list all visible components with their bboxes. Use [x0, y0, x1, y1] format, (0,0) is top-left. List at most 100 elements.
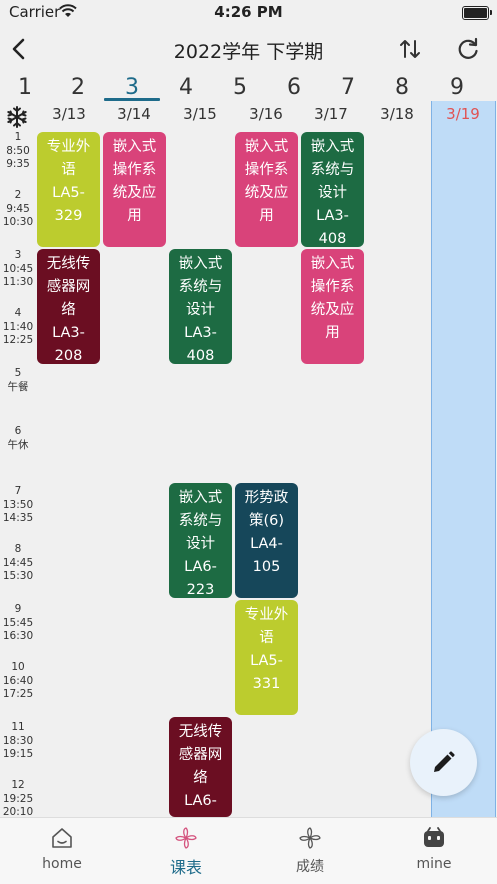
date-col-2: 3/14: [117, 105, 151, 123]
period-start: 8:50: [6, 144, 30, 157]
course-card[interactable]: 嵌入式系统与设计 LA3-408: [169, 249, 232, 364]
swap-vertical-icon[interactable]: [397, 36, 423, 62]
bottom-tab-bar: home 课表 成绩 mine: [0, 817, 497, 884]
course-name: 嵌入式系统与设计: [178, 256, 223, 318]
period-end: 14:35: [2, 512, 34, 524]
course-name: 嵌入式系统与设计: [310, 139, 355, 201]
period-start: 19:25: [2, 792, 34, 805]
course-card[interactable]: 专业外语 LA5-331: [235, 600, 298, 715]
period-end: 9:35: [6, 158, 30, 170]
period-label: 5 午餐: [0, 367, 36, 394]
course-name: 无线传感器网络: [46, 256, 91, 318]
course-room: LA4-105: [250, 536, 283, 575]
period-start: 16:40: [2, 674, 34, 687]
date-header: 3/13 3/14 3/15 3/16 3/17 3/18 3/19: [0, 101, 497, 129]
period-num: 7: [14, 485, 22, 497]
week-tab-2[interactable]: 2: [58, 75, 98, 100]
edit-fab-button[interactable]: [410, 729, 477, 796]
period-start: 11:40: [2, 320, 34, 333]
period-num: 4: [14, 307, 22, 319]
tab-mine-label: mine: [416, 856, 452, 872]
period-label: 2 9:45 10:30: [0, 189, 36, 230]
course-name: 嵌入式操作系统及应用: [244, 139, 289, 224]
home-icon: [52, 828, 72, 848]
period-start: 午餐: [7, 380, 29, 393]
period-end: 10:30: [2, 216, 34, 228]
period-start: 14:45: [2, 556, 34, 569]
course-card[interactable]: 嵌入式系统与设计 LA3-408: [301, 132, 364, 247]
period-end: 16:30: [2, 630, 34, 642]
period-start: 13:50: [2, 498, 34, 511]
period-end: 19:15: [2, 748, 34, 760]
week-tab-1[interactable]: 1: [5, 75, 45, 100]
period-end: 12:25: [2, 334, 34, 346]
course-name: 形势政策(6): [244, 490, 289, 529]
course-room: LA6-208: [184, 793, 217, 817]
period-label: 12 19:25 20:10: [0, 779, 36, 820]
tab-grades[interactable]: 成绩: [248, 818, 372, 884]
week-selector: 1 2 3 4 5 6 7 8 9: [0, 72, 497, 100]
date-col-4: 3/16: [249, 105, 283, 123]
tab-mine[interactable]: mine: [372, 818, 496, 884]
course-room: LA5-331: [250, 653, 283, 692]
tab-grades-label: 成绩: [296, 859, 324, 875]
week-tab-5[interactable]: 5: [220, 75, 260, 100]
tab-schedule[interactable]: 课表: [124, 818, 248, 884]
course-room: LA6-223: [184, 559, 217, 598]
period-num: 12: [11, 779, 25, 791]
period-label: 1 8:50 9:35: [0, 131, 36, 172]
period-num: 2: [14, 189, 22, 201]
course-name: 嵌入式操作系统及应用: [310, 256, 355, 341]
period-start: 午休: [7, 438, 29, 451]
refresh-icon[interactable]: [455, 36, 481, 62]
period-label: 4 11:40 12:25: [0, 307, 36, 348]
period-label: 11 18:30 19:15: [0, 721, 36, 762]
course-name: 专业外语: [46, 139, 91, 178]
period-start: 15:45: [2, 616, 34, 629]
date-col-1: 3/13: [52, 105, 86, 123]
course-card[interactable]: 嵌入式系统与设计 LA6-223: [169, 483, 232, 598]
pencil-icon: [434, 751, 455, 772]
period-label: 7 13:50 14:35: [0, 485, 36, 526]
course-name: 无线传感器网络: [178, 724, 223, 786]
tab-home[interactable]: home: [0, 818, 124, 884]
course-card[interactable]: 嵌入式操作系统及应用: [235, 132, 298, 247]
course-card[interactable]: 无线传感器网络 LA6-208: [169, 717, 232, 817]
course-name: 嵌入式系统与设计: [178, 490, 223, 552]
period-start: 10:45: [2, 262, 34, 275]
date-col-3: 3/15: [183, 105, 217, 123]
period-num: 1: [14, 131, 22, 143]
course-card[interactable]: 嵌入式操作系统及应用: [301, 249, 364, 364]
week-tab-9[interactable]: 9: [437, 75, 477, 100]
nav-bar: 2022学年 下学期: [0, 26, 497, 72]
week-tab-4[interactable]: 4: [166, 75, 206, 100]
week-tab-7[interactable]: 7: [328, 75, 368, 100]
course-name: 嵌入式操作系统及应用: [112, 139, 157, 224]
course-card[interactable]: 嵌入式操作系统及应用: [103, 132, 166, 247]
snowflake-icon[interactable]: [5, 105, 29, 129]
week-tab-6[interactable]: 6: [274, 75, 314, 100]
course-card[interactable]: 无线传感器网络 LA3-208: [37, 249, 100, 364]
period-end: 15:30: [2, 570, 34, 582]
pinwheel-icon: [175, 827, 197, 849]
period-label: 9 15:45 16:30: [0, 603, 36, 644]
tab-schedule-label: 课表: [169, 858, 202, 877]
course-card[interactable]: 专业外语 LA5-329: [37, 132, 100, 247]
period-label: 8 14:45 15:30: [0, 543, 36, 584]
course-card[interactable]: 形势政策(6) LA4-105: [235, 483, 298, 598]
robot-icon: [424, 827, 444, 847]
period-num: 6: [14, 425, 22, 437]
period-start: 18:30: [2, 734, 34, 747]
week-tab-3[interactable]: 3: [112, 75, 152, 100]
week-tab-8[interactable]: 8: [382, 75, 422, 100]
status-time: 4:26 PM: [214, 3, 283, 21]
period-start: 9:45: [6, 202, 30, 215]
period-end: 17:25: [2, 688, 34, 700]
course-room: LA3-208: [52, 325, 85, 364]
tab-home-label: home: [42, 856, 82, 872]
period-num: 9: [14, 603, 22, 615]
date-col-5: 3/17: [314, 105, 348, 123]
status-bar: Carrier 4:26 PM: [0, 0, 497, 26]
period-label: 10 16:40 17:25: [0, 661, 36, 702]
period-num: 11: [11, 721, 25, 733]
